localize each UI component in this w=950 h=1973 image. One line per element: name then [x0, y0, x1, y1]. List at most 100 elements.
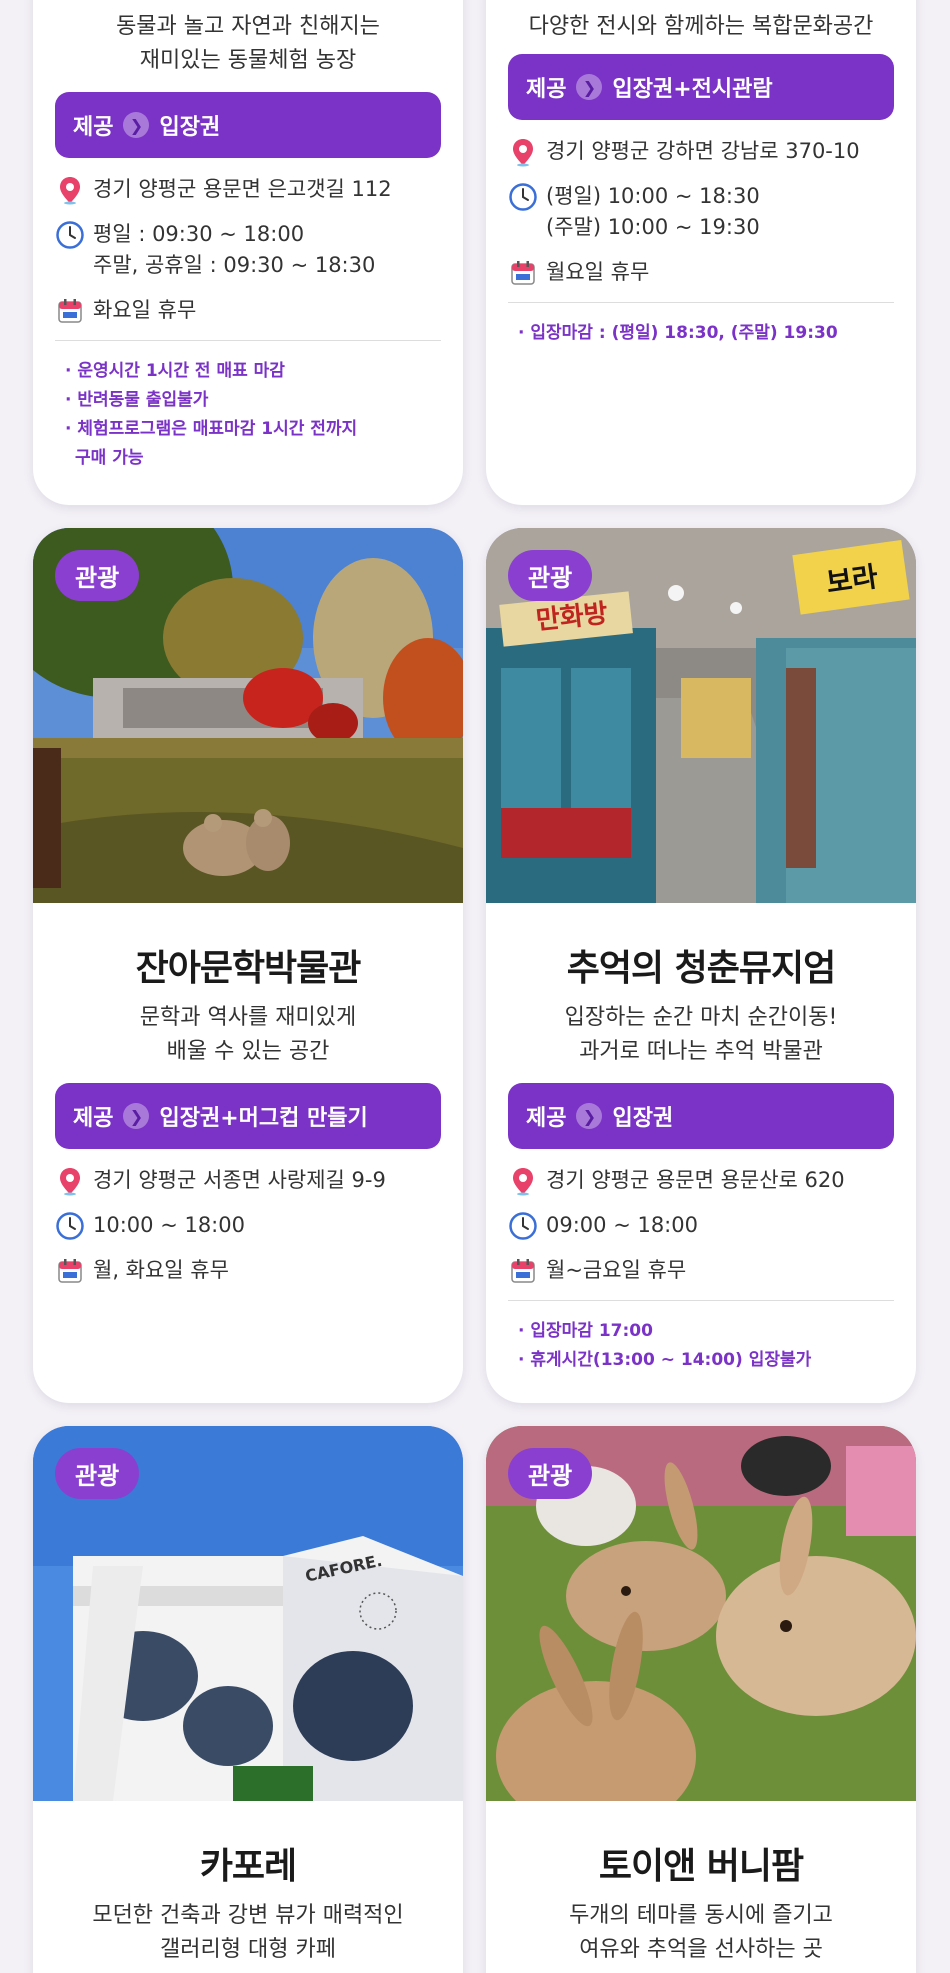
description-line-2: 여유와 추억을 선사하는 곳: [579, 1937, 823, 1962]
hours-text-2: 주말, 공휴일 : 09:30 ~ 18:30: [93, 253, 376, 277]
calendar-icon: [55, 1256, 85, 1286]
card-photo: 만화방 보라 관광: [486, 528, 916, 903]
calendar-icon: [508, 258, 538, 288]
info-list: 경기 양평군 강하면 강남로 370-10 (평일) 10:00 ~ 18:30…: [508, 136, 894, 348]
location-pin-icon: [508, 1166, 538, 1196]
divider: [55, 340, 441, 341]
description-line-2: 갤러리형 대형 카페: [160, 1937, 336, 1962]
place-name: 카포레: [199, 1846, 297, 1887]
card-culture-space[interactable]: 다양한 전시와 함께하는 복합문화공간 제공 ❯ 입장권+전시관람 경기 양평군…: [486, 0, 916, 505]
notes: · 입장마감 17:00 · 휴게시간(13:00 ~ 14:00) 입장불가: [508, 1317, 894, 1375]
chevron-right-icon: ❯: [576, 1103, 603, 1129]
provide-value: 입장권+전시관람: [612, 77, 773, 102]
card-description: 입장하는 순간 마치 순간이동! 과거로 떠나는 추억 박물관: [508, 1001, 894, 1069]
note-line: · 입장마감 17:00: [518, 1321, 653, 1341]
provide-banner: 제공 ❯ 입장권+전시관람: [508, 54, 894, 120]
note-line: · 입장마감 : (평일) 18:30, (주말) 19:30: [518, 323, 838, 343]
hours-row: (평일) 10:00 ~ 18:30 (주말) 10:00 ~ 19:30: [508, 181, 894, 243]
address-row: 경기 양평군 서종면 사랑제길 9-9: [55, 1165, 441, 1196]
closed-text: 월요일 휴무: [546, 260, 650, 284]
description-line-1: 다양한 전시와 함께하는 복합문화공간: [528, 14, 874, 39]
closed-row: 월~금요일 휴무: [508, 1255, 894, 1286]
clock-icon: [55, 1211, 85, 1241]
hours-text: 09:00 ~ 18:00: [546, 1213, 698, 1237]
divider: [508, 1300, 894, 1301]
place-name: 잔아문학박물관: [135, 948, 362, 989]
chevron-right-icon: ❯: [123, 112, 150, 138]
card-photo: 관광: [486, 1426, 916, 1801]
notes: · 입장마감 : (평일) 18:30, (주말) 19:30: [508, 319, 894, 348]
provide-value: 입장권: [612, 1106, 674, 1131]
hours-text: 평일 : 09:30 ~ 18:00: [93, 222, 305, 246]
note-line: · 휴게시간(13:00 ~ 14:00) 입장불가: [518, 1350, 812, 1370]
card-animal-farm[interactable]: 동물과 놀고 자연과 친해지는 재미있는 동물체험 농장 제공 ❯ 입장권 경기…: [33, 0, 463, 505]
info-list: 경기 양평군 용문면 은고갯길 112 평일 : 09:30 ~ 18:00 주…: [55, 174, 441, 473]
chevron-right-icon: ❯: [576, 74, 603, 100]
description-line-2: 재미있는 동물체험 농장: [139, 48, 357, 73]
clock-icon: [55, 220, 85, 250]
chevron-right-icon: ❯: [123, 1103, 150, 1129]
closed-text: 월, 화요일 휴무: [93, 1258, 229, 1282]
category-tag: 관광: [55, 1448, 140, 1499]
note-line: · 운영시간 1시간 전 매표 마감: [65, 361, 285, 381]
address-row: 경기 양평군 강하면 강남로 370-10: [508, 136, 894, 167]
closed-text: 화요일 휴무: [93, 298, 197, 322]
card-description: 동물과 놀고 자연과 친해지는 재미있는 동물체험 농장: [55, 10, 441, 78]
closed-row: 월, 화요일 휴무: [55, 1255, 441, 1286]
hours-text: 10:00 ~ 18:00: [93, 1213, 245, 1237]
clock-icon: [508, 1211, 538, 1241]
provide-label: 제공: [73, 1106, 114, 1131]
description-line-1: 두개의 테마를 동시에 즐기고: [569, 1903, 833, 1928]
location-pin-icon: [55, 1166, 85, 1196]
card-youth-museum[interactable]: 만화방 보라 관광 추억의 청춘뮤지엄 입장하는 순간 마치 순간이동! 과거로…: [486, 528, 916, 1403]
card-toy-bunny-farm[interactable]: 관광 토이앤 버니팜 두개의 테마를 동시에 즐기고 여유와 추억을 선사하는 …: [486, 1426, 916, 1973]
address-text: 경기 양평군 용문면 용문산로 620: [546, 1168, 845, 1192]
provide-banner: 제공 ❯ 입장권: [508, 1083, 894, 1149]
info-list: 경기 양평군 서종면 사랑제길 9-9 10:00 ~ 18:00 월, 화요일…: [55, 1165, 441, 1286]
description-line-2: 과거로 떠나는 추억 박물관: [579, 1039, 823, 1064]
provide-value: 입장권+머그컵 만들기: [159, 1106, 368, 1131]
category-tag: 관광: [55, 550, 140, 601]
closed-row: 월요일 휴무: [508, 257, 894, 288]
location-pin-icon: [55, 175, 85, 205]
card-description: 문학과 역사를 재미있게 배울 수 있는 공간: [55, 1001, 441, 1069]
provide-label: 제공: [526, 77, 567, 102]
note-line: 구매 가능: [75, 448, 144, 468]
card-cafore[interactable]: CAFORE. 관광 카포레 모던한 건축과 강변 뷰가 매력적인 갤러리형 대…: [33, 1426, 463, 1973]
divider: [508, 302, 894, 303]
address-text: 경기 양평군 용문면 은고갯길 112: [93, 177, 392, 201]
address-row: 경기 양평군 용문면 용문산로 620: [508, 1165, 894, 1196]
address-text: 경기 양평군 서종면 사랑제길 9-9: [93, 1168, 386, 1192]
provide-banner: 제공 ❯ 입장권: [55, 92, 441, 158]
calendar-icon: [508, 1256, 538, 1286]
note-line: · 반려동물 출입불가: [65, 390, 209, 410]
calendar-icon: [55, 296, 85, 326]
card-photo: CAFORE. 관광: [33, 1426, 463, 1801]
description-line-2: 배울 수 있는 공간: [166, 1039, 330, 1064]
card-jana-literature-museum[interactable]: 관광 잔아문학박물관 문학과 역사를 재미있게 배울 수 있는 공간 제공 ❯ …: [33, 528, 463, 1403]
notes: · 운영시간 1시간 전 매표 마감 · 반려동물 출입불가 · 체험프로그램은…: [55, 357, 441, 473]
provide-label: 제공: [526, 1106, 567, 1131]
hours-text: (평일) 10:00 ~ 18:30: [546, 184, 760, 208]
description-line-1: 동물과 놀고 자연과 친해지는: [116, 14, 380, 39]
description-line-1: 문학과 역사를 재미있게: [139, 1005, 357, 1030]
address-text: 경기 양평군 강하면 강남로 370-10: [546, 139, 860, 163]
category-tag: 관광: [508, 1448, 593, 1499]
clock-icon: [508, 182, 538, 212]
hours-row: 평일 : 09:30 ~ 18:00 주말, 공휴일 : 09:30 ~ 18:…: [55, 219, 441, 281]
card-description: 다양한 전시와 함께하는 복합문화공간: [508, 10, 894, 44]
provide-value: 입장권: [159, 115, 221, 140]
provide-banner: 제공 ❯ 입장권+머그컵 만들기: [55, 1083, 441, 1149]
place-name: 추억의 청춘뮤지엄: [566, 948, 837, 989]
info-list: 경기 양평군 용문면 용문산로 620 09:00 ~ 18:00 월~금요일 …: [508, 1165, 894, 1375]
category-tag: 관광: [508, 550, 593, 601]
hours-text-2: (주말) 10:00 ~ 19:30: [546, 215, 760, 239]
closed-text: 월~금요일 휴무: [546, 1258, 687, 1282]
address-row: 경기 양평군 용문면 은고갯길 112: [55, 174, 441, 205]
card-photo: 관광: [33, 528, 463, 903]
hours-row: 10:00 ~ 18:00: [55, 1210, 441, 1241]
description-line-1: 모던한 건축과 강변 뷰가 매력적인: [92, 1903, 404, 1928]
provide-label: 제공: [73, 115, 114, 140]
card-description: 두개의 테마를 동시에 즐기고 여유와 추억을 선사하는 곳: [508, 1899, 894, 1967]
hours-row: 09:00 ~ 18:00: [508, 1210, 894, 1241]
